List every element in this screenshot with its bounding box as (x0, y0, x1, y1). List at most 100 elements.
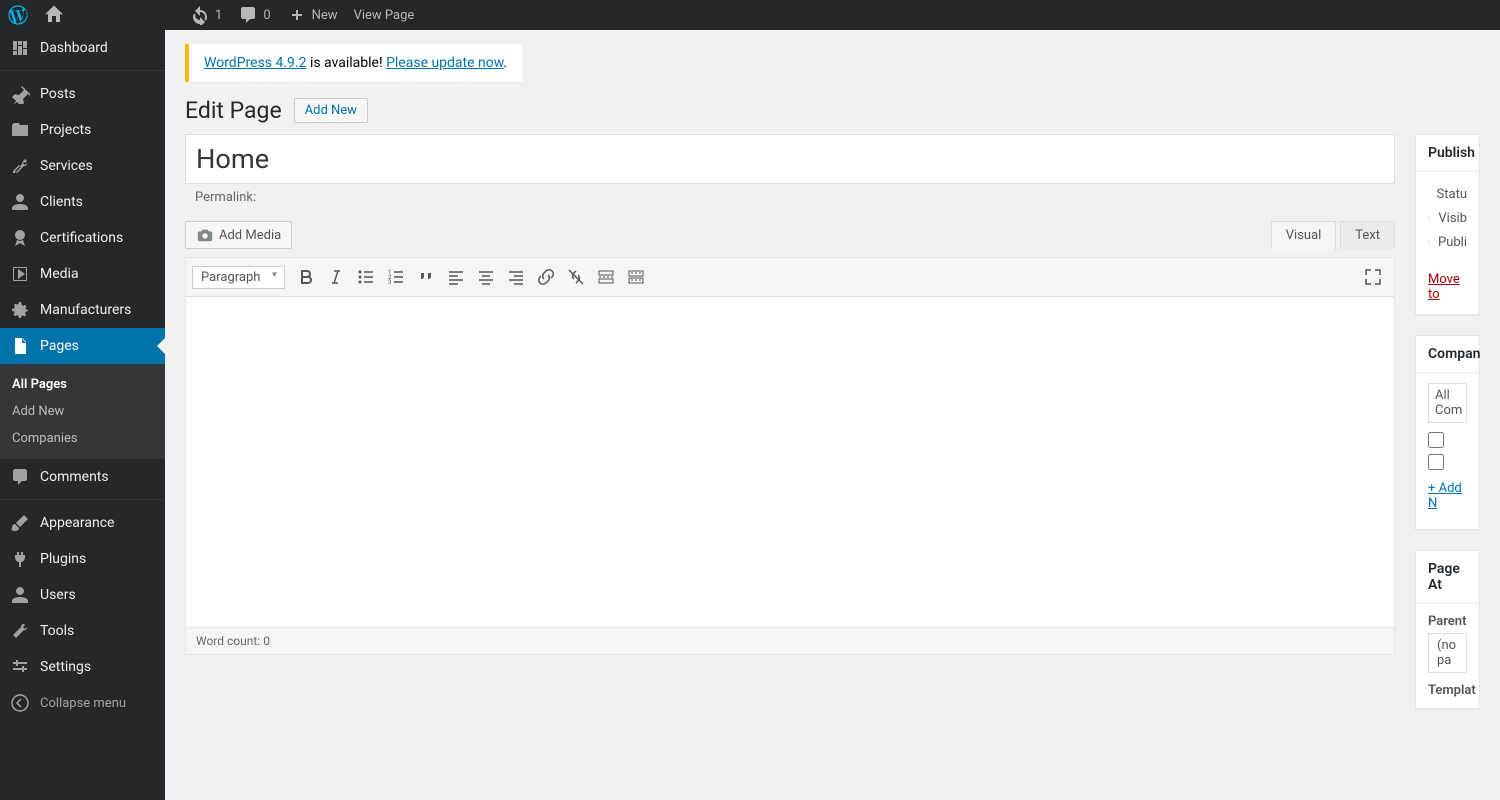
sidebar-item-plugins[interactable]: Plugins (0, 541, 165, 577)
submenu-companies[interactable]: Companies (0, 425, 165, 452)
published-row: Publi (1428, 230, 1467, 254)
sidebar-item-projects[interactable]: Projects (0, 112, 165, 148)
sidebar-item-services[interactable]: Services (0, 148, 165, 184)
sidebar-item-posts[interactable]: Posts (0, 76, 165, 112)
sidebar-item-label: Services (40, 158, 93, 174)
number-list-button[interactable]: 123 (381, 262, 411, 292)
company-checkbox[interactable] (1428, 432, 1444, 448)
wp-version-link[interactable]: WordPress 4.9.2 (204, 55, 306, 71)
sidebar-item-label: Comments (40, 469, 109, 485)
page-attrs-title: Page At (1416, 551, 1479, 604)
page-attributes-metabox: Page At Parent (no pa Templat (1415, 550, 1480, 709)
align-left-button[interactable] (441, 262, 471, 292)
company-option[interactable] (1428, 429, 1467, 451)
sidebar-item-comments[interactable]: Comments (0, 459, 165, 495)
new-label: New (312, 8, 338, 23)
new-content-menu[interactable]: New (279, 0, 346, 30)
editor-toolbar: Paragraph 123 (186, 258, 1394, 297)
update-now-link[interactable]: Please update now (386, 55, 503, 71)
sidebar-item-certifications[interactable]: Certifications (0, 220, 165, 256)
plug-icon (10, 549, 30, 569)
content-editor[interactable] (186, 297, 1394, 627)
wp-logo-menu[interactable] (0, 0, 36, 30)
admin-sidebar: Dashboard Posts Projects Services Client… (0, 30, 165, 800)
sidebar-item-appearance[interactable]: Appearance (0, 505, 165, 541)
align-right-button[interactable] (501, 262, 531, 292)
kitchen-sink-icon (626, 267, 646, 287)
add-media-button[interactable]: Add Media (185, 221, 292, 249)
submenu-all-pages[interactable]: All Pages (0, 371, 165, 398)
format-selector[interactable]: Paragraph (192, 266, 285, 289)
publish-metabox: Publish Statu Visib Publi (1415, 134, 1480, 315)
site-home-link[interactable] (36, 0, 72, 30)
sidebar-item-label: Tools (40, 623, 74, 639)
submenu-add-new[interactable]: Add New (0, 398, 165, 425)
page-icon (10, 336, 30, 356)
sidebar-item-settings[interactable]: Settings (0, 649, 165, 685)
collapse-label: Collapse menu (40, 696, 126, 711)
eye-icon (1428, 210, 1430, 226)
dashboard-icon (10, 38, 30, 58)
notice-text: . (503, 55, 507, 71)
move-to-trash-link[interactable]: Move to (1416, 264, 1479, 314)
sidebar-item-clients[interactable]: Clients (0, 184, 165, 220)
fullscreen-icon (1363, 267, 1383, 287)
sidebar-item-tools[interactable]: Tools (0, 613, 165, 649)
sidebar-item-dashboard[interactable]: Dashboard (0, 30, 165, 66)
add-new-company-link[interactable]: + Add N (1428, 473, 1467, 519)
toolbar-toggle-button[interactable] (621, 262, 651, 292)
tab-text[interactable]: Text (1340, 221, 1395, 249)
parent-select[interactable]: (no pa (1428, 633, 1467, 673)
align-center-button[interactable] (471, 262, 501, 292)
comments-link[interactable]: 0 (230, 0, 278, 30)
status-label: Statu (1437, 187, 1467, 202)
key-icon (1428, 186, 1429, 202)
sidebar-item-users[interactable]: Users (0, 577, 165, 613)
sidebar-item-pages[interactable]: Pages (0, 328, 165, 364)
brush-icon (10, 513, 30, 533)
permalink-label: Permalink: (195, 190, 256, 205)
calendar-icon (1428, 234, 1430, 250)
add-media-label: Add Media (219, 228, 281, 243)
blockquote-button[interactable] (411, 262, 441, 292)
notice-text: is available! (306, 55, 386, 71)
bold-button[interactable] (291, 262, 321, 292)
unlink-button[interactable] (561, 262, 591, 292)
tab-visual[interactable]: Visual (1271, 221, 1337, 250)
user-icon (10, 192, 30, 212)
tools-icon (10, 156, 30, 176)
unlink-icon (566, 267, 586, 287)
view-page-label: View Page (354, 8, 415, 23)
sidebar-item-manufacturers[interactable]: Manufacturers (0, 292, 165, 328)
camera-icon (196, 226, 214, 244)
word-count-label: Word count: (196, 634, 263, 648)
sidebar-item-label: Posts (40, 86, 76, 102)
sidebar-item-label: Certifications (40, 230, 123, 246)
editor-container: Paragraph 123 (185, 257, 1395, 655)
companies-tab-all[interactable]: All Com (1428, 383, 1467, 423)
add-new-button[interactable]: Add New (294, 98, 368, 123)
list-ul-icon (356, 267, 376, 287)
page-title-input[interactable] (185, 134, 1395, 184)
collapse-menu-button[interactable]: Collapse menu (0, 685, 165, 721)
link-button[interactable] (531, 262, 561, 292)
menu-separator (0, 495, 165, 500)
sidebar-item-media[interactable]: Media (0, 256, 165, 292)
menu-separator (0, 66, 165, 71)
home-icon (44, 5, 64, 25)
italic-button[interactable] (321, 262, 351, 292)
comment-icon (238, 5, 258, 25)
visibility-row: Visib (1428, 206, 1467, 230)
collapse-icon (10, 693, 30, 713)
updates-link[interactable]: 1 (182, 0, 230, 30)
company-option[interactable] (1428, 451, 1467, 473)
view-page-link[interactable]: View Page (346, 0, 423, 30)
sidebar-item-label: Clients (40, 194, 83, 210)
company-checkbox[interactable] (1428, 454, 1444, 470)
read-more-button[interactable] (591, 262, 621, 292)
quote-icon (416, 267, 436, 287)
visibility-label: Visib (1438, 211, 1467, 226)
bullet-list-button[interactable] (351, 262, 381, 292)
fullscreen-button[interactable] (1358, 262, 1388, 292)
template-label: Templat (1428, 683, 1467, 698)
